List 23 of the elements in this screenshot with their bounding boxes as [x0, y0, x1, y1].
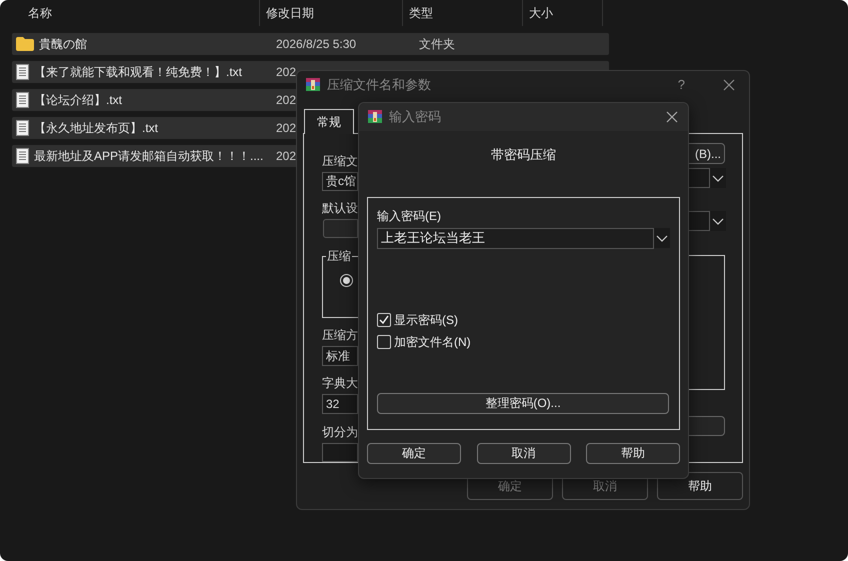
file-name: 【永久地址发布页】.txt	[34, 120, 158, 137]
field-label: 压缩方	[322, 327, 358, 344]
password-label: 输入密码(E)	[377, 208, 442, 224]
field-label: 压缩文	[322, 153, 358, 170]
window-title: 压缩文件名和参数	[327, 76, 432, 94]
field-label: 默认设	[322, 200, 358, 217]
dialog-heading: 带密码压缩	[491, 146, 556, 164]
file-name: 貴醜の館	[39, 36, 87, 53]
file-date: 2026/8/25 5:30	[276, 37, 356, 51]
window-title: 输入密码	[389, 108, 442, 126]
file-date: 202	[276, 65, 296, 79]
field-label: 字典大	[322, 375, 358, 392]
field-label: 切分为	[322, 424, 358, 442]
file-date: 202	[276, 93, 296, 107]
checkbox-label: 显示密码(S)	[394, 312, 458, 328]
checkbox-label: 加密文件名(N)	[394, 334, 471, 350]
file-name: 最新地址及APP请发邮箱自动获取！！！....	[34, 148, 264, 165]
file-type: 文件夹	[419, 37, 455, 51]
group-label: 压缩	[326, 248, 352, 263]
file-date: 202	[276, 149, 296, 163]
file-date: 202	[276, 121, 296, 135]
file-name: 【来了就能下载和观看！纯免费！】.txt	[34, 64, 242, 81]
file-name: 【论坛介绍】.txt	[34, 92, 122, 109]
